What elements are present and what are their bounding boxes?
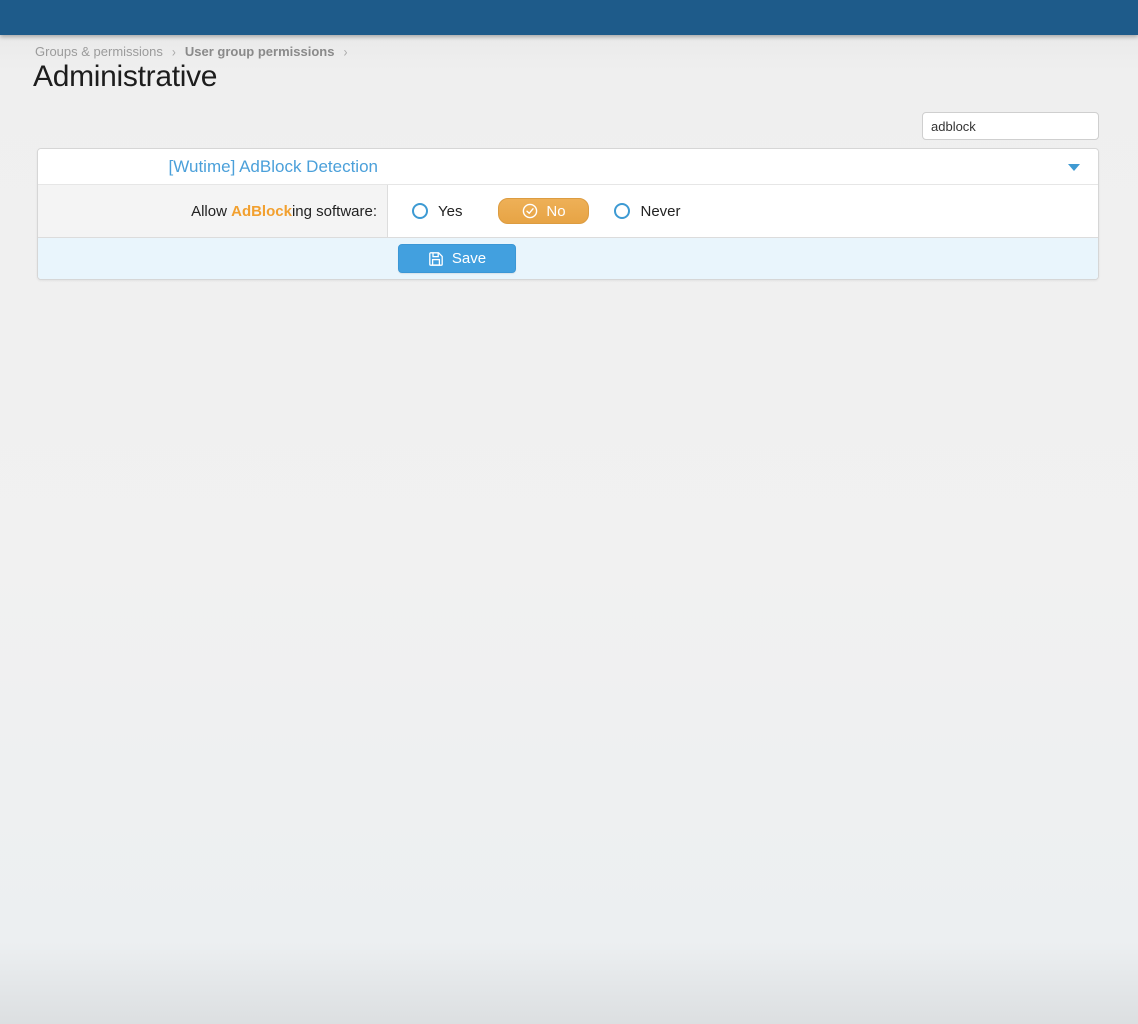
- setting-row-allow-adblock: Allow AdBlocking software: Yes No Never: [38, 185, 1098, 238]
- check-circle-icon: [522, 203, 538, 219]
- radio-option-never[interactable]: Never: [614, 203, 680, 220]
- panel-title: [Wutime] AdBlock Detection: [38, 157, 388, 177]
- radio-option-never-label[interactable]: Never: [640, 203, 680, 220]
- setting-options-group: Yes No Never: [388, 185, 1098, 237]
- top-navigation-bar: [0, 0, 1138, 35]
- chevron-right-icon: ›: [343, 43, 347, 59]
- setting-label: Allow AdBlocking software:: [38, 185, 388, 237]
- breadcrumb-item-groups-permissions[interactable]: Groups & permissions: [35, 44, 163, 59]
- radio-option-yes-label[interactable]: Yes: [438, 203, 462, 220]
- save-button[interactable]: Save: [398, 244, 516, 273]
- breadcrumb: Groups & permissions › User group permis…: [35, 44, 347, 59]
- save-floppy-icon: [428, 251, 444, 267]
- panel-footer: Save: [38, 238, 1098, 279]
- page-title: Administrative: [33, 60, 217, 94]
- chevron-down-icon[interactable]: [1068, 164, 1080, 171]
- radio-icon[interactable]: [412, 203, 428, 219]
- selected-option-no-label: No: [546, 203, 565, 220]
- settings-panel: [Wutime] AdBlock Detection Allow AdBlock…: [37, 148, 1099, 280]
- panel-header[interactable]: [Wutime] AdBlock Detection: [38, 149, 1098, 185]
- breadcrumb-item-user-group-permissions[interactable]: User group permissions: [185, 44, 335, 59]
- setting-label-highlight: AdBlock: [231, 203, 292, 220]
- selected-option-no-button[interactable]: No: [498, 198, 589, 224]
- radio-option-yes[interactable]: Yes: [412, 203, 462, 220]
- chevron-right-icon: ›: [172, 43, 176, 59]
- filter-search-input[interactable]: [922, 112, 1099, 140]
- save-button-label: Save: [452, 250, 486, 267]
- radio-icon[interactable]: [614, 203, 630, 219]
- setting-label-prefix: Allow: [191, 203, 231, 220]
- setting-label-suffix: ing software:: [292, 203, 377, 220]
